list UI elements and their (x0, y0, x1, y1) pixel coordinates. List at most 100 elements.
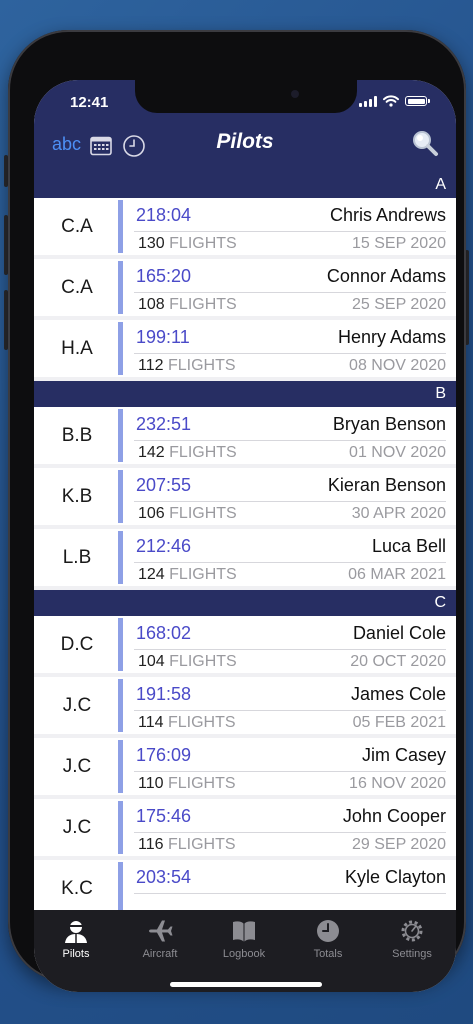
pilot-name: Kyle Clayton (344, 867, 446, 887)
row-divider (134, 292, 446, 293)
pilot-row[interactable]: H.A 199:11 Henry Adams 112 FLIGHTS 08 NOV 20… (34, 320, 456, 377)
pilot-row[interactable]: C.A 165:20 Connor Adams 108 FLIGHTS 25 SEP 2… (34, 259, 456, 316)
pilot-row[interactable]: J.C 175:46 John Cooper 116 FLIGHTS 29 SEP 20… (34, 799, 456, 856)
pilot-row[interactable]: K.C 203:54 Kyle Clayton (34, 860, 456, 912)
pilot-name: Bryan Benson (332, 414, 446, 434)
flight-hours: 165:20 (136, 266, 192, 286)
tab-label: Aircraft (142, 948, 178, 960)
section-header: A (34, 172, 456, 198)
pilot-name: James Cole (350, 684, 446, 704)
screen: 12:41 abc Pilots A C.A 218:04 Chris Andr… (34, 80, 456, 992)
flight-count-label: FLIGHTS (169, 566, 237, 583)
row-accent-bar (118, 470, 123, 523)
tab-label: Totals (313, 948, 343, 960)
row-divider (134, 771, 446, 772)
pilot-row[interactable]: J.C 176:09 Jim Casey 110 FLIGHTS 16 NOV 2020 (34, 738, 456, 795)
pilot-name: John Cooper (342, 806, 446, 826)
last-flight-date: 15 SEP 2020 (351, 235, 446, 252)
tab-aircraft[interactable]: Aircraft (118, 918, 202, 960)
flight-count-value: 116 (138, 836, 164, 853)
page-title: Pilots (216, 130, 274, 153)
last-flight-date: 30 APR 2020 (351, 505, 446, 522)
flight-count-label: FLIGHTS (167, 836, 236, 853)
last-flight-date: 16 NOV 2020 (349, 775, 446, 792)
pilot-initials: L.B (62, 546, 92, 568)
pilot-list[interactable]: A C.A 218:04 Chris Andrews 130 FLIGHTS 15 SEP… (34, 172, 456, 912)
airplane-icon (149, 920, 173, 942)
tab-totals[interactable]: Totals (286, 918, 370, 960)
camera-icon (291, 90, 299, 98)
tab-label: Logbook (222, 948, 266, 960)
last-flight-date: 08 NOV 2020 (349, 357, 446, 374)
pilot-row[interactable]: K.B 207:55 Kieran Benson 106 FLIGHTS 30 APR … (34, 468, 456, 525)
pilot-name: Connor Adams (326, 266, 446, 286)
phone-frame: 12:41 abc Pilots A C.A 218:04 Chris Andr… (8, 30, 466, 992)
pilot-initials: C.A (61, 215, 93, 237)
tab-pilots[interactable]: Pilots (34, 918, 118, 960)
tab-settings[interactable]: Settings (370, 918, 454, 960)
status-time: 12:41 (70, 94, 109, 111)
pilot-row[interactable]: D.C 168:02 Daniel Cole 104 FLIGHTS 20 OCT 20… (34, 616, 456, 673)
row-accent-bar (118, 618, 123, 671)
flight-count-label: FLIGHTS (169, 653, 237, 670)
pilot-initials: J.C (62, 755, 92, 777)
flight-count-value: 142 (138, 444, 165, 461)
flight-hours: 232:51 (136, 414, 192, 434)
flight-count-value: 124 (138, 566, 165, 583)
pilot-name: Henry Adams (337, 327, 446, 347)
last-flight-date: 01 NOV 2020 (349, 444, 446, 461)
flight-count-label: FLIGHTS (167, 714, 236, 731)
pilot-row[interactable]: B.B 232:51 Bryan Benson 142 FLIGHTS 01 NOV 2… (34, 407, 456, 464)
tab-logbook[interactable]: Logbook (202, 918, 286, 960)
pilot-row[interactable]: J.C 191:58 James Cole 114 FLIGHTS 05 FEB 202… (34, 677, 456, 734)
pilot-row[interactable]: L.B 212:46 Luca Bell 124 FLIGHTS 06 MAR 2021 (34, 529, 456, 586)
pilot-name: Kieran Benson (327, 475, 446, 495)
flight-count-label: FLIGHTS (167, 775, 236, 792)
search-icon[interactable] (411, 129, 439, 157)
flight-count: 124 FLIGHTS (138, 566, 237, 584)
flight-hours: 212:46 (136, 536, 192, 556)
last-flight-date: 25 SEP 2020 (351, 296, 446, 313)
row-accent-bar (118, 322, 123, 375)
row-accent-bar (118, 200, 123, 253)
home-indicator[interactable] (170, 982, 322, 987)
book-icon (233, 921, 255, 942)
flight-hours: 207:55 (136, 475, 192, 495)
flight-hours: 218:04 (136, 205, 192, 225)
flight-hours: 175:46 (136, 806, 192, 826)
row-accent-bar (118, 862, 123, 912)
cellular-signal-icon (359, 95, 377, 107)
row-accent-bar (118, 409, 123, 462)
tab-label: Pilots (62, 948, 90, 960)
wifi-icon (383, 95, 399, 107)
last-flight-date: 06 MAR 2021 (348, 566, 446, 583)
row-accent-bar (118, 261, 123, 314)
flight-count-label: FLIGHTS (167, 357, 236, 374)
pilot-icon (65, 921, 87, 943)
pilot-initials: B.B (61, 424, 93, 446)
flight-count: 116 FLIGHTS (138, 836, 236, 854)
row-accent-bar (118, 740, 123, 793)
flight-count-value: 112 (138, 357, 164, 374)
flight-count-label: FLIGHTS (169, 505, 237, 522)
section-header: B (34, 381, 456, 407)
pilot-initials: D.C (60, 633, 94, 655)
row-accent-bar (118, 679, 123, 732)
row-accent-bar (118, 531, 123, 584)
row-divider (134, 231, 446, 232)
flight-count: 142 FLIGHTS (138, 444, 237, 462)
flight-hours: 176:09 (136, 745, 192, 765)
row-divider (134, 710, 446, 711)
flight-count-value: 106 (138, 505, 165, 522)
flight-count-value: 108 (138, 296, 165, 313)
row-divider (134, 832, 446, 833)
flight-count-value: 104 (138, 653, 165, 670)
flight-count-value: 130 (138, 235, 165, 252)
gear-icon (401, 920, 423, 942)
pilot-initials: K.C (61, 877, 93, 899)
pilot-row[interactable]: C.A 218:04 Chris Andrews 130 FLIGHTS 15 SEP … (34, 198, 456, 255)
row-divider (134, 353, 446, 354)
pilot-name: Luca Bell (371, 536, 446, 556)
last-flight-date: 29 SEP 2020 (351, 836, 446, 853)
row-divider (134, 649, 446, 650)
